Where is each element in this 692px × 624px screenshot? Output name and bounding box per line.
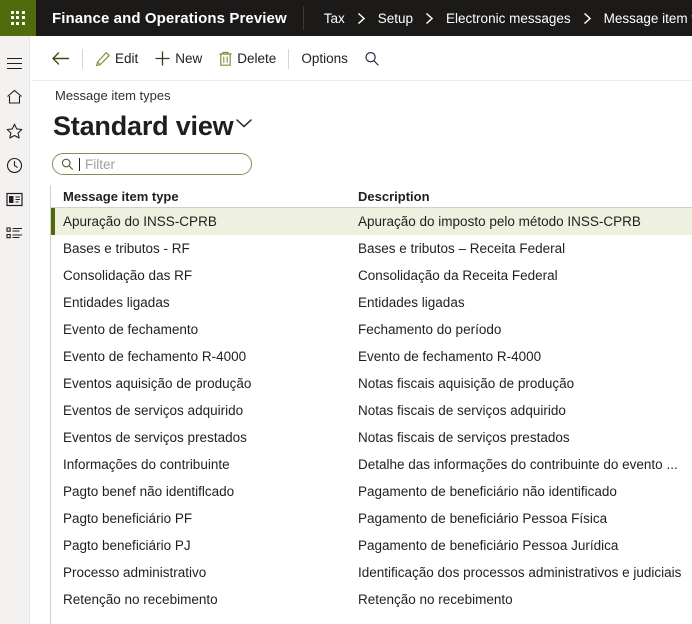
table-row[interactable]: Pagto beneficiário PJ Pagamento de benefi… [51,532,692,559]
new-label: New [175,51,203,66]
plus-icon [154,50,171,67]
cell-description[interactable]: Notas fiscais aquisição de produção [346,376,692,391]
column-header-message-item-type[interactable]: Message item type [51,189,346,204]
table-row[interactable]: Consolidação das RF Consolidação da Recei… [51,262,692,289]
table-row[interactable]: Eventos de serviços adquirido Notas fisca… [51,397,692,424]
cell-description[interactable]: Notas fiscais de serviços prestados [346,430,692,445]
page-caption: Message item types [55,88,171,103]
cell-description[interactable]: Notas fiscais de serviços adquirido [346,403,692,418]
table-row[interactable]: Pagto beneficiário PF Pagamento de benefi… [51,505,692,532]
text-caret [79,157,80,171]
chevron-right-icon [347,12,376,25]
chevron-down-icon [235,117,253,135]
cell-description[interactable]: Entidades ligadas [346,295,692,310]
search-button[interactable] [356,44,388,74]
cell-description[interactable]: Evento de fechamento R-4000 [346,349,692,364]
cell-message-item-type[interactable]: Informações do contribuinte [51,457,346,472]
data-grid: Message item type Description Apuração d… [50,185,692,624]
page-content: Message item types Standard view Filter … [31,81,692,624]
cell-message-item-type[interactable]: Bases e tributos - RF [51,241,346,256]
edit-button[interactable]: Edit [87,44,146,74]
top-navigation-bar: Finance and Operations Preview Tax Setup… [0,0,692,36]
pencil-icon [95,51,111,67]
chevron-right-icon [415,12,444,25]
cell-message-item-type[interactable]: Processo administrativo [51,565,346,580]
action-toolbar: Edit New Delete Options [31,36,692,81]
cell-message-item-type[interactable]: Entidades ligadas [51,295,346,310]
grid-body: Apuração do INSS-CPRB Apuração do imposto… [51,208,692,613]
options-button[interactable]: Options [293,44,356,74]
breadcrumb-item-electronic-messages[interactable]: Electronic messages [444,11,573,26]
search-icon [364,51,380,67]
breadcrumb: Tax Setup Electronic messages Message it… [304,0,692,36]
table-row[interactable]: Retenção no recebimento Retenção no receb… [51,586,692,613]
cell-message-item-type[interactable]: Eventos de serviços adquirido [51,403,346,418]
cell-message-item-type[interactable]: Consolidação das RF [51,268,346,283]
filter-input[interactable]: Filter [52,153,252,175]
left-navigation-rail [0,36,30,624]
cell-description[interactable]: Apuração do imposto pelo método INSS-CPR… [346,214,692,229]
page-title: Standard view [53,111,234,141]
cell-description[interactable]: Bases e tributos – Receita Federal [346,241,692,256]
back-arrow-icon[interactable] [43,44,78,74]
grid-header-row: Message item type Description [51,185,692,208]
table-row[interactable]: Eventos aquisição de produção Notas fisca… [51,370,692,397]
delete-label: Delete [237,51,277,66]
table-row[interactable]: Evento de fechamento Fechamento do períod… [51,316,692,343]
app-title[interactable]: Finance and Operations Preview [36,0,303,36]
waffle-grid-icon[interactable] [0,0,36,36]
home-icon[interactable] [0,80,30,114]
breadcrumb-item-message-item-types[interactable]: Message item types [602,11,692,26]
search-icon [61,158,74,171]
waffle-dots [10,10,26,26]
filter-placeholder: Filter [85,156,115,172]
cell-description[interactable]: Pagamento de beneficiário Pessoa Jurídic… [346,538,692,553]
cell-message-item-type[interactable]: Apuração do INSS-CPRB [51,214,346,229]
breadcrumb-item-tax[interactable]: Tax [322,11,347,26]
cell-description[interactable]: Consolidação da Receita Federal [346,268,692,283]
cell-description[interactable]: Fechamento do período [346,322,692,337]
table-row[interactable]: Apuração do INSS-CPRB Apuração do imposto… [51,208,692,235]
table-row[interactable]: Entidades ligadas Entidades ligadas [51,289,692,316]
modules-list-icon[interactable] [0,216,30,250]
table-row[interactable]: Evento de fechamento R-4000 Evento de fec… [51,343,692,370]
options-label: Options [301,51,348,66]
cell-message-item-type[interactable]: Pagto beneficiário PJ [51,538,346,553]
cell-message-item-type[interactable]: Evento de fechamento [51,322,346,337]
cell-description[interactable]: Pagamento de beneficiário não identifica… [346,484,692,499]
new-button[interactable]: New [146,44,210,74]
cell-description[interactable]: Detalhe das informações do contribuinte … [346,457,692,472]
table-row[interactable]: Eventos de serviços prestados Notas fisca… [51,424,692,451]
trash-icon [218,51,233,67]
cell-description[interactable]: Pagamento de beneficiário Pessoa Física [346,511,692,526]
clock-icon[interactable] [0,148,30,182]
cell-message-item-type[interactable]: Eventos de serviços prestados [51,430,346,445]
table-row[interactable]: Processo administrativo Identificação dos… [51,559,692,586]
edit-label: Edit [115,51,139,66]
table-row[interactable]: Bases e tributos - RF Bases e tributos – … [51,235,692,262]
toolbar-separator [288,48,290,69]
cell-message-item-type[interactable]: Pagto benef não identiflcado [51,484,346,499]
cell-message-item-type[interactable]: Evento de fechamento R-4000 [51,349,346,364]
table-row[interactable]: Pagto benef não identiflcado Pagamento de… [51,478,692,505]
cell-message-item-type[interactable]: Pagto beneficiário PF [51,511,346,526]
breadcrumb-item-setup[interactable]: Setup [376,11,415,26]
column-header-description[interactable]: Description [346,189,692,204]
workspace-icon[interactable] [0,182,30,216]
cell-message-item-type[interactable]: Retenção no recebimento [51,592,346,607]
cell-description[interactable]: Retenção no recebimento [346,592,692,607]
view-selector[interactable]: Standard view [53,109,253,143]
table-row[interactable]: Informações do contribuinte Detalhe das i… [51,451,692,478]
delete-button[interactable]: Delete [210,44,284,74]
hamburger-menu-icon[interactable] [0,46,30,80]
chevron-right-icon [573,12,602,25]
cell-message-item-type[interactable]: Eventos aquisição de produção [51,376,346,391]
star-icon[interactable] [0,114,30,148]
toolbar-separator [82,48,83,69]
cell-description[interactable]: Identificação dos processos administrati… [346,565,692,580]
